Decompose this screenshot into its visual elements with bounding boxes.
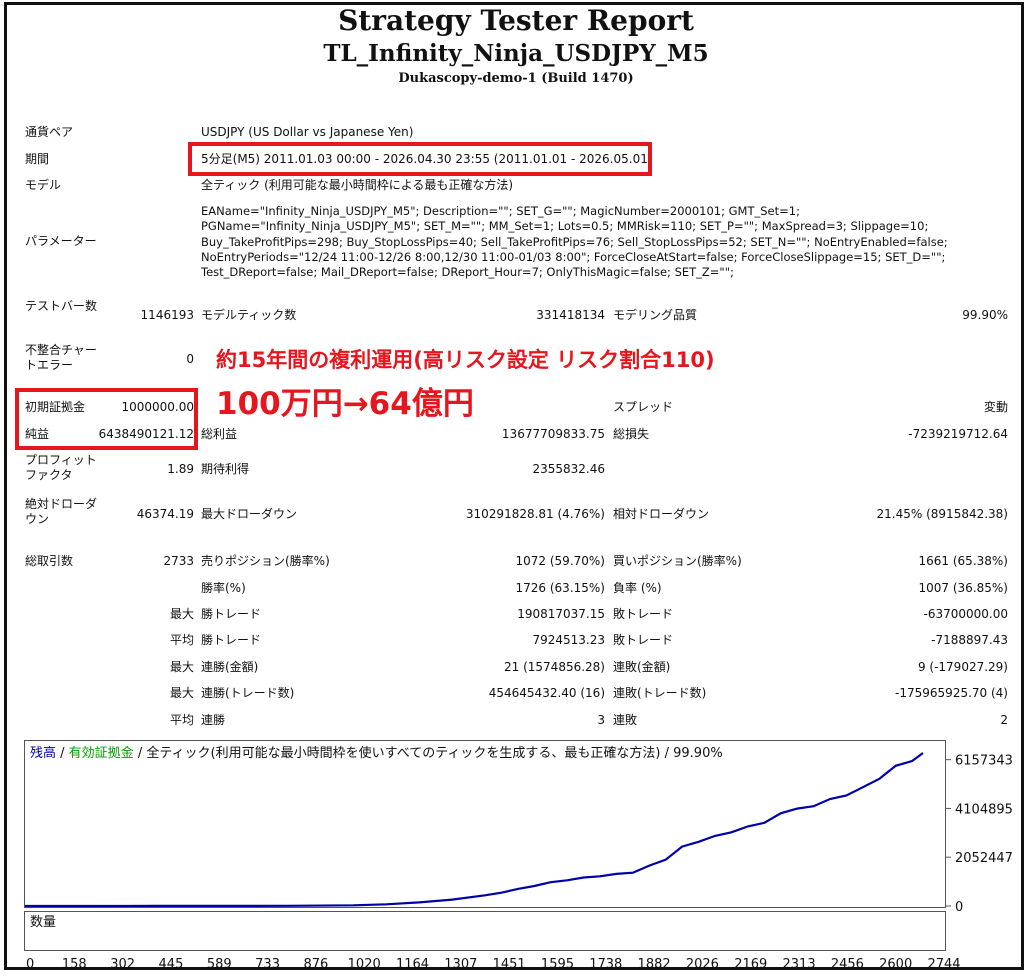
x-tick-label: 2600 [879, 957, 912, 972]
x-tick-label: 1882 [638, 957, 671, 972]
x-tick-label: 445 [159, 957, 184, 972]
x-tick-label: 1595 [541, 957, 574, 972]
x-tick-label: 158 [62, 957, 87, 972]
x-tick-label: 1020 [348, 957, 381, 972]
x-tick-label: 1738 [589, 957, 622, 972]
x-tick-label: 0 [26, 957, 34, 972]
x-tick-label: 302 [110, 957, 135, 972]
y-tick-label: 2052447 [955, 851, 1013, 866]
x-tick-label: 1164 [396, 957, 429, 972]
volume-label: 数量 [30, 915, 57, 930]
x-tick-label: 2169 [734, 957, 767, 972]
x-tick-label: 589 [207, 957, 232, 972]
y-tick-label: 0 [955, 900, 963, 915]
x-tick-label: 733 [255, 957, 280, 972]
balance-chart-svg: 0 2052447 4104895 6157343 0 158 302 445 589 733 87… [25, 752, 1013, 972]
x-tick-label: 2744 [927, 957, 960, 972]
y-tick-label: 4104895 [955, 802, 1013, 817]
volume-chart-area [24, 911, 946, 951]
x-tick-label: 2313 [783, 957, 816, 972]
x-tick-label: 1307 [444, 957, 477, 972]
x-tick-label: 2456 [831, 957, 864, 972]
balance-line [25, 752, 924, 908]
x-tick-label: 876 [303, 957, 328, 972]
x-tick-label: 1451 [493, 957, 526, 972]
y-tick-label: 6157343 [955, 754, 1013, 769]
x-tick-label: 2026 [686, 957, 719, 972]
